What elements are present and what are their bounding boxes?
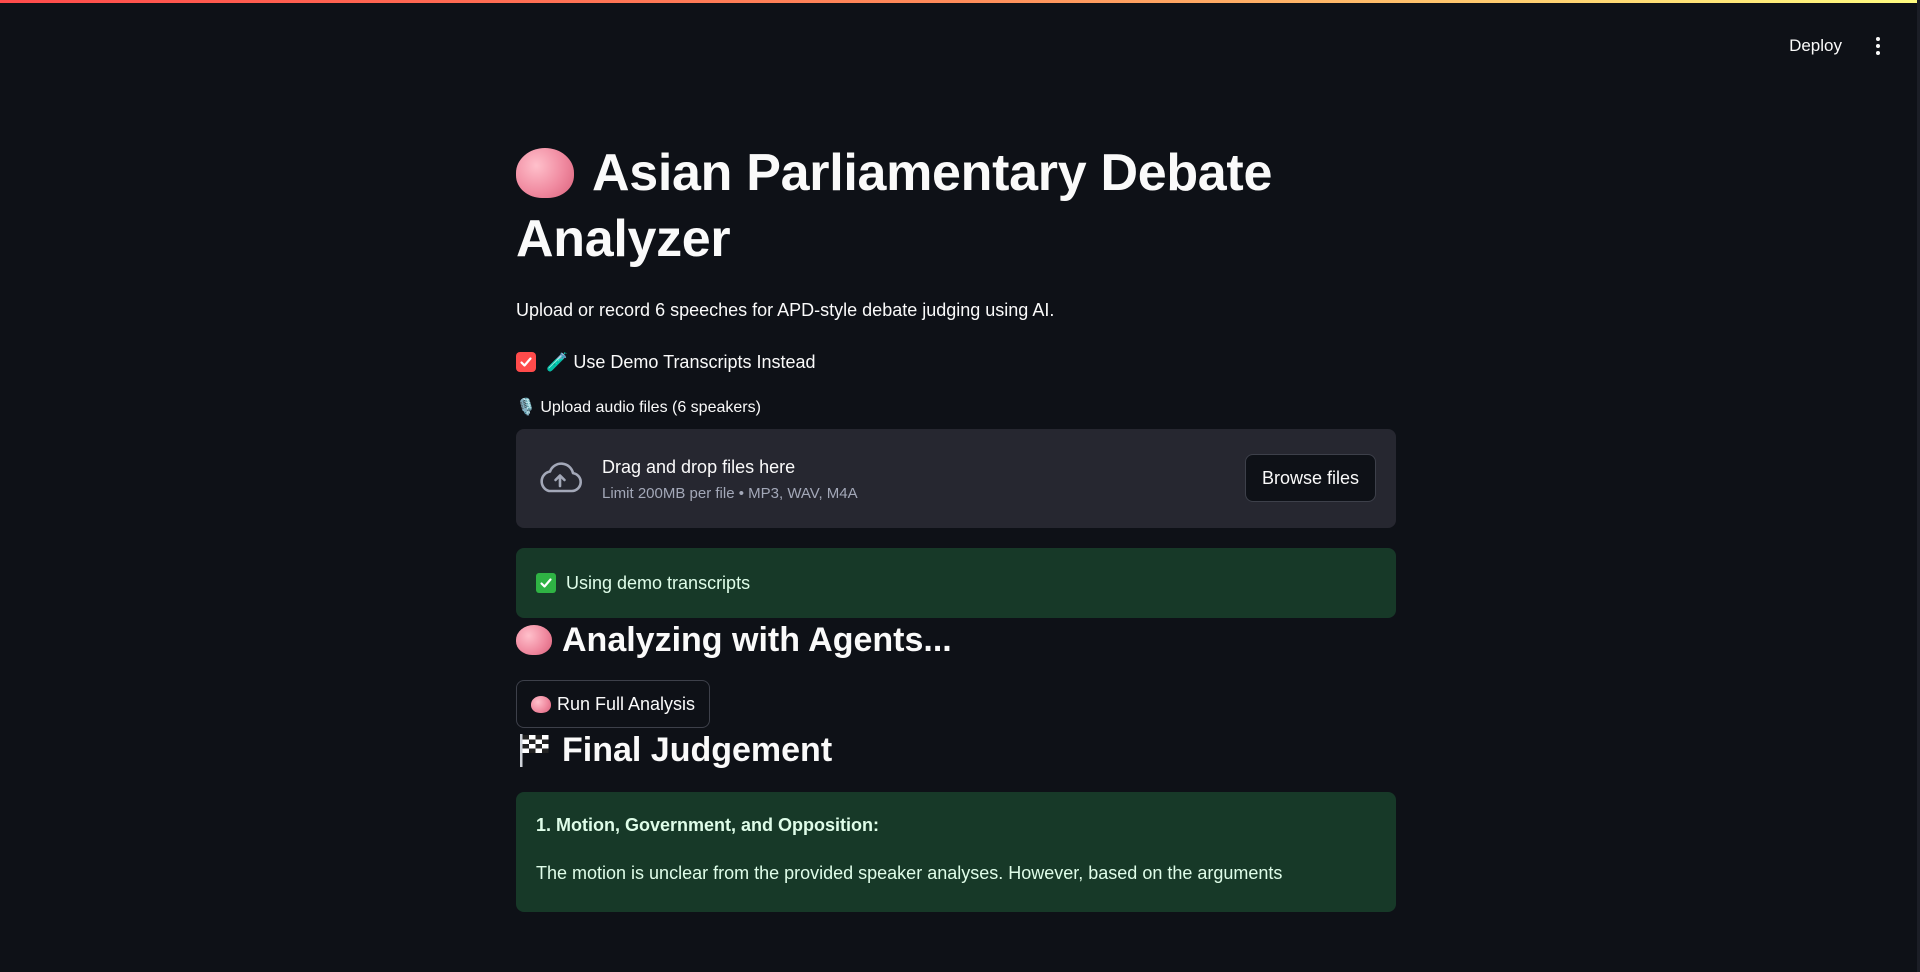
demo-transcripts-toggle[interactable]: 🧪 Use Demo Transcripts Instead xyxy=(516,349,1396,375)
app-header: Deploy xyxy=(1785,30,1890,62)
deploy-button[interactable]: Deploy xyxy=(1785,30,1846,62)
browse-files-button[interactable]: Browse files xyxy=(1244,454,1376,502)
dropzone-title: Drag and drop files here xyxy=(602,457,796,477)
analysis-heading-text: Analyzing with Agents... xyxy=(562,621,952,659)
checkered-flag-icon xyxy=(520,734,549,767)
final-judgement-heading-text: Final Judgement xyxy=(562,731,833,769)
analysis-heading: Analyzing with Agents... xyxy=(516,618,1396,662)
dropzone-limit: Limit 200MB per file • MP3, WAV, M4A xyxy=(602,485,858,502)
page-subtitle: Upload or record 6 speeches for APD-styl… xyxy=(516,300,1055,320)
run-button-label: Run Full Analysis xyxy=(557,693,696,714)
checkmark-icon xyxy=(520,357,532,367)
main-content: Asian Parliamentary Debate Analyzer Uplo… xyxy=(516,140,1396,912)
brain-icon xyxy=(516,625,552,655)
demo-checkbox-label[interactable]: 🧪 Use Demo Transcripts Instead xyxy=(546,352,816,373)
page-title: Asian Parliamentary Debate Analyzer xyxy=(516,140,1396,272)
main-menu-icon[interactable] xyxy=(1866,30,1890,62)
demo-checkbox[interactable] xyxy=(516,352,536,372)
judgement-text: The motion is unclear from the provided … xyxy=(536,863,1283,883)
file-dropzone[interactable]: Drag and drop files here Limit 200MB per… xyxy=(516,429,1396,528)
run-full-analysis-button[interactable]: Run Full Analysis xyxy=(516,680,711,728)
brain-icon xyxy=(516,148,574,198)
page-title-line2: Analyzer xyxy=(516,210,731,268)
page-title-line1: Asian Parliamentary Debate xyxy=(592,144,1273,202)
dropzone-instructions: Drag and drop files here Limit 200MB per… xyxy=(602,455,858,502)
check-mark-icon xyxy=(536,573,556,593)
status-message: Using demo transcripts xyxy=(566,572,751,593)
top-decoration-bar xyxy=(0,0,1920,3)
upload-label: 🎙️ Upload audio files (6 speakers) xyxy=(516,399,761,416)
brain-icon xyxy=(531,695,551,713)
status-success-alert: Using demo transcripts xyxy=(516,548,1396,618)
judgement-result-box: 1. Motion, Government, and Opposition: T… xyxy=(516,792,1396,912)
cloud-upload-icon xyxy=(540,461,582,492)
final-judgement-heading: Final Judgement xyxy=(516,728,1396,772)
judgement-section-title: 1. Motion, Government, and Opposition: xyxy=(536,815,879,835)
